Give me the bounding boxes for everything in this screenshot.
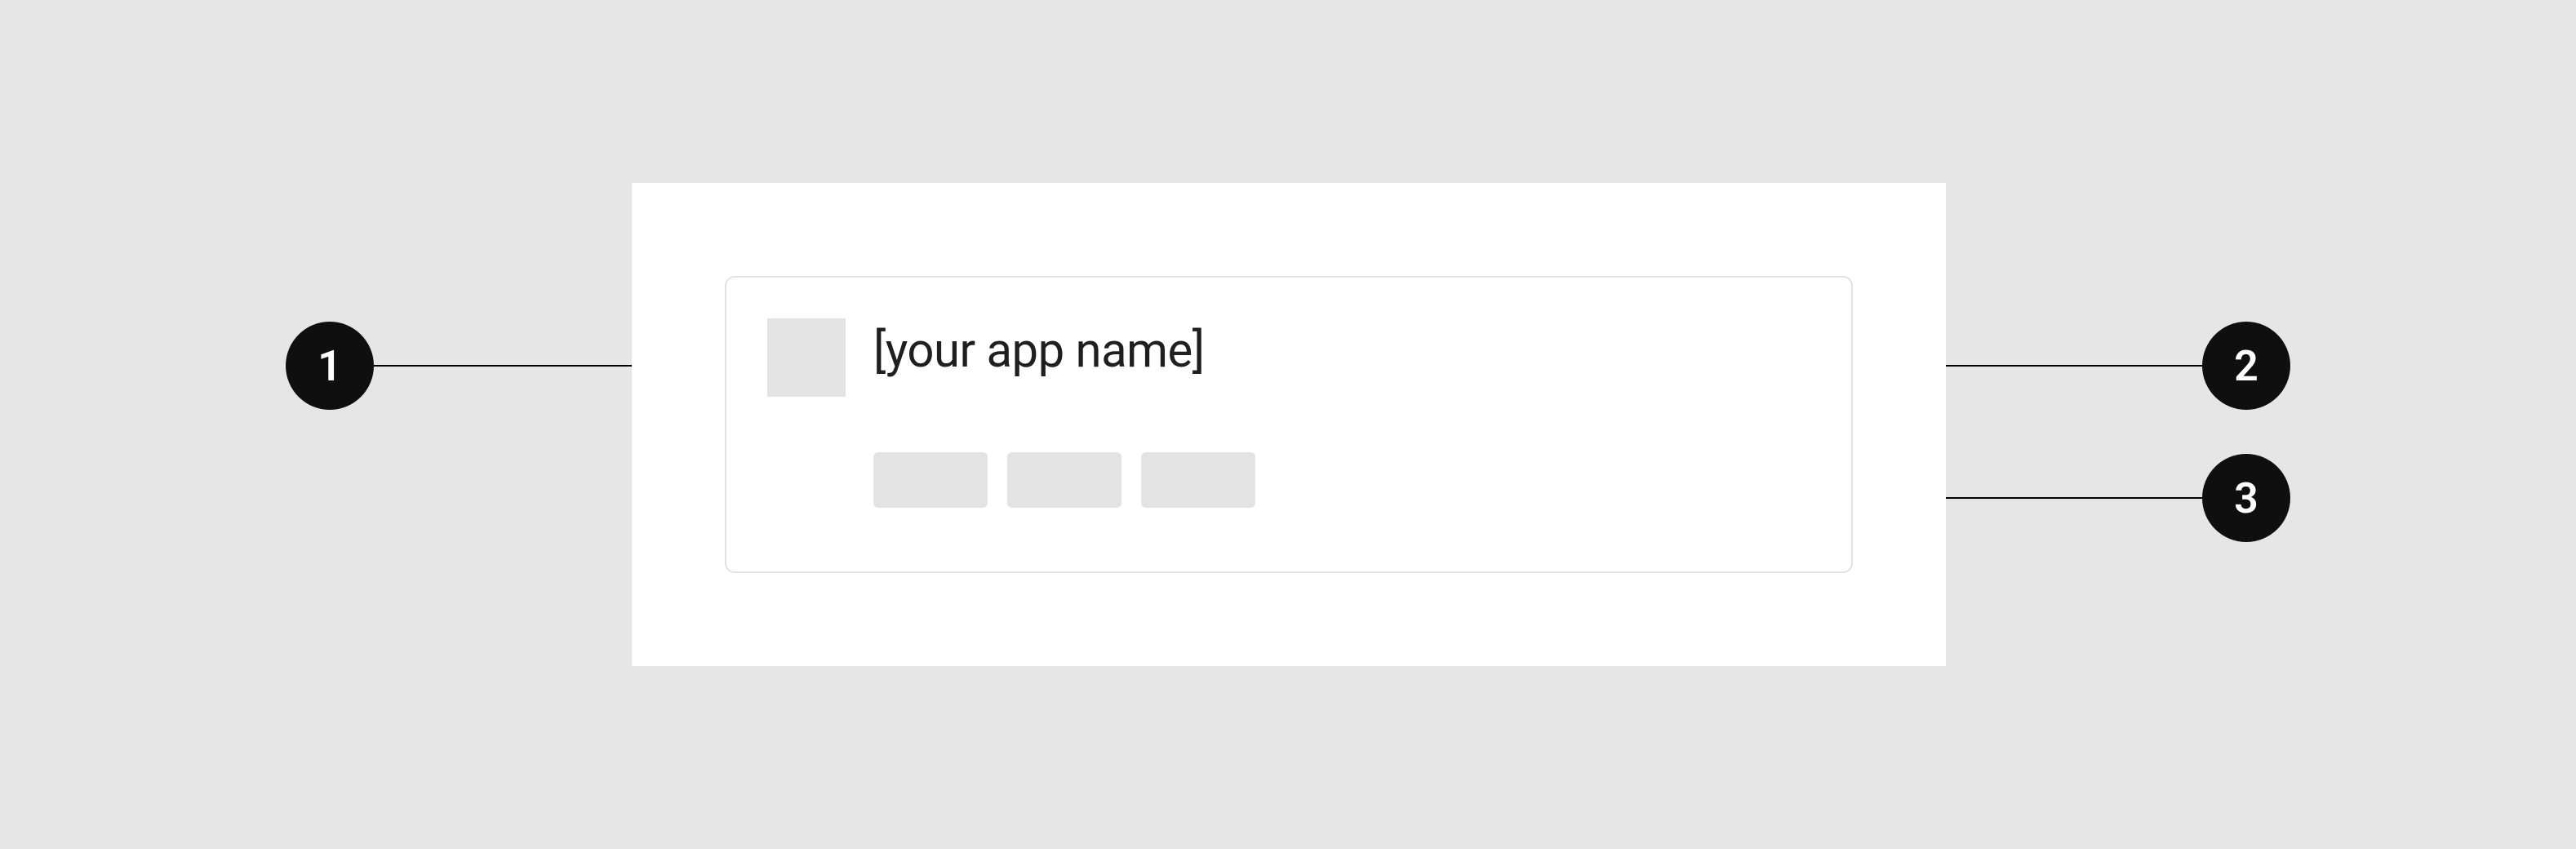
- chip-placeholder: [1007, 452, 1121, 508]
- chip-row: [873, 452, 1255, 508]
- callout-badge-2: 2: [2202, 322, 2290, 410]
- chip-placeholder: [873, 452, 988, 508]
- callout-badge-1-number: 1: [318, 341, 342, 391]
- app-card-frame: [your app name]: [725, 276, 1853, 573]
- app-name-label: [your app name]: [873, 323, 1205, 379]
- callout-badge-2-number: 2: [2234, 341, 2258, 391]
- callout-badge-3: 3: [2202, 454, 2290, 542]
- diagram-card: [your app name]: [632, 183, 1946, 666]
- callout-badge-1: 1: [286, 322, 374, 410]
- chip-placeholder: [1141, 452, 1255, 508]
- callout-badge-3-number: 3: [2234, 473, 2258, 523]
- app-icon-placeholder: [767, 318, 846, 397]
